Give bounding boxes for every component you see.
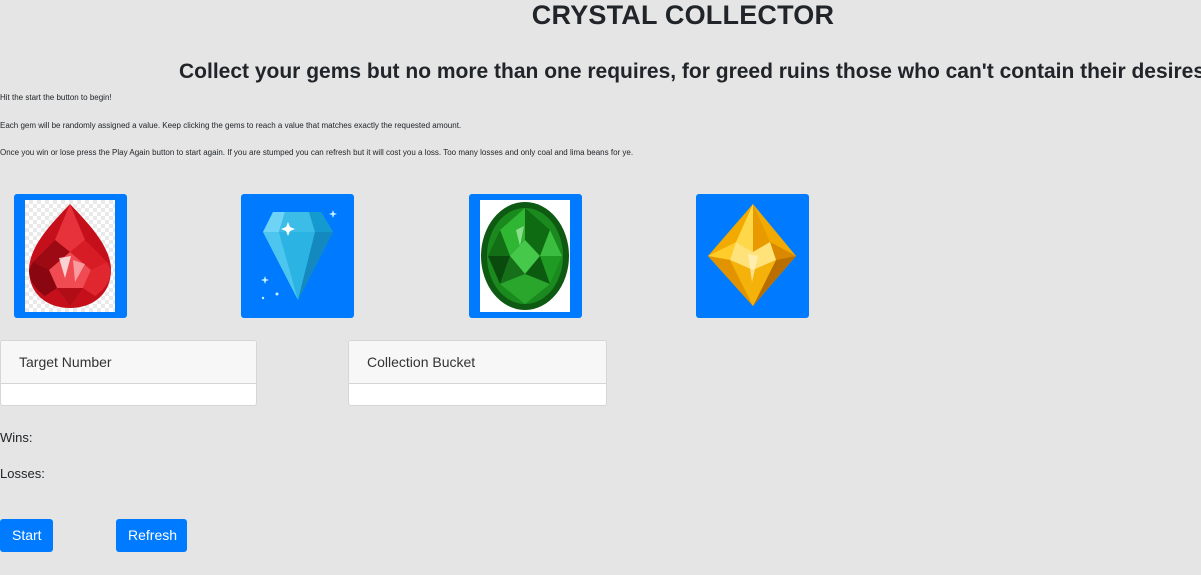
topaz-icon: [708, 204, 796, 306]
green-emerald-gem-button[interactable]: [469, 194, 582, 318]
red-ruby-gem-button[interactable]: [14, 194, 127, 318]
collection-bucket-card: Collection Bucket: [348, 340, 607, 406]
wins-counter: Wins:: [0, 430, 37, 446]
emerald-icon: [481, 202, 569, 310]
diamond-icon: [261, 210, 337, 300]
ruby-image[interactable]: [25, 200, 115, 312]
target-number-value: [1, 384, 256, 405]
losses-counter: Losses:: [0, 466, 49, 482]
crystal-collector-page: CRYSTAL COLLECTOR Collect your gems but …: [0, 0, 1201, 575]
emerald-image[interactable]: [480, 200, 570, 312]
target-number-card: Target Number: [0, 340, 257, 406]
yellow-topaz-gem-button[interactable]: [696, 194, 809, 318]
ruby-icon: [29, 204, 111, 308]
losses-label: Losses:: [0, 466, 45, 481]
refresh-button[interactable]: Refresh: [116, 519, 187, 552]
start-button[interactable]: Start: [0, 519, 53, 552]
instruction-replay: Once you win or lose press the Play Agai…: [0, 148, 634, 157]
wins-label: Wins:: [0, 430, 33, 445]
instruction-values: Each gem will be randomly assigned a val…: [0, 121, 462, 130]
blue-diamond-gem-button[interactable]: [241, 194, 354, 318]
instruction-start: Hit the start the button to begin!: [0, 93, 112, 102]
target-number-header: Target Number: [1, 341, 256, 384]
collection-bucket-header: Collection Bucket: [349, 341, 606, 384]
page-subtitle: Collect your gems but no more than one r…: [179, 60, 1201, 83]
page-title: CRYSTAL COLLECTOR: [531, 0, 835, 30]
collection-bucket-value: [349, 384, 606, 405]
